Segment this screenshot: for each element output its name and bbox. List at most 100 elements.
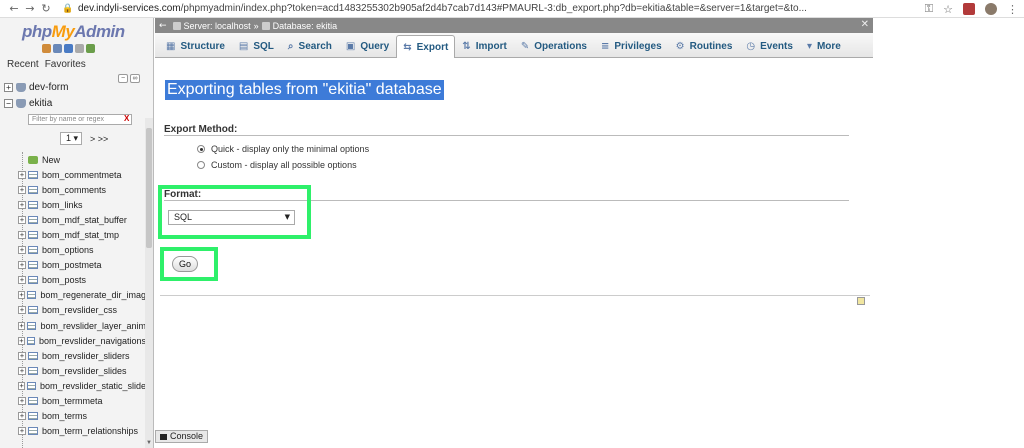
table-item[interactable]: + bom_options xyxy=(0,243,146,258)
table-item[interactable]: + bom_revslider_slides xyxy=(0,363,146,378)
radio-custom-control[interactable] xyxy=(197,161,205,169)
db-item-dev-form[interactable]: + dev-form xyxy=(4,82,68,93)
breadcrumb-server[interactable]: Server: localhost xyxy=(184,21,251,31)
expand-icon[interactable]: + xyxy=(18,170,26,179)
expand-icon[interactable]: + xyxy=(18,381,26,390)
nav-scrollbar[interactable]: ▼ xyxy=(145,118,153,448)
menu-dots-icon[interactable]: ⋮ xyxy=(1007,3,1018,16)
breadcrumb-database[interactable]: Database: ekitia xyxy=(273,21,338,31)
close-icon[interactable]: ✕ xyxy=(861,19,869,30)
expand-icon[interactable]: + xyxy=(18,366,26,375)
console-button[interactable]: Console xyxy=(155,430,209,443)
expand-icon[interactable]: + xyxy=(18,276,26,285)
radio-custom[interactable]: Custom - display all possible options xyxy=(197,160,357,170)
expand-icon[interactable]: + xyxy=(4,83,13,92)
radio-quick[interactable]: Quick - display only the minimal options xyxy=(197,144,369,154)
db-item-ekitia[interactable]: − ekitia xyxy=(4,98,52,109)
tab-query[interactable]: ▣ Query xyxy=(339,35,396,57)
profile-avatar-icon[interactable] xyxy=(985,3,997,15)
tab-more[interactable]: ▾ More xyxy=(800,35,848,57)
table-item[interactable]: + bom_revslider_css xyxy=(0,303,146,318)
table-item[interactable]: + bom_commentmeta xyxy=(0,167,146,182)
star-icon[interactable]: ☆ xyxy=(943,3,953,16)
expand-icon[interactable]: + xyxy=(18,306,26,315)
tab-sql[interactable]: ▤ SQL xyxy=(232,35,281,57)
expand-icon[interactable]: + xyxy=(18,397,26,406)
extension-icon[interactable] xyxy=(963,3,975,15)
table-item[interactable]: + bom_comments xyxy=(0,182,146,197)
tab-export[interactable]: ⇆ Export xyxy=(396,35,456,58)
page-select[interactable]: 1 ▾ xyxy=(60,132,82,145)
help-icon[interactable] xyxy=(64,44,73,53)
table-item[interactable]: + bom_revslider_navigations xyxy=(0,333,146,348)
expand-icon[interactable]: + xyxy=(18,412,26,421)
table-item[interactable]: + bom_termmeta xyxy=(0,394,146,409)
next-page-link[interactable]: > >> xyxy=(90,134,108,144)
phpmyadmin-logo[interactable]: phpMyAdmin xyxy=(22,22,125,42)
settings-icon[interactable] xyxy=(86,44,95,53)
docs-icon[interactable] xyxy=(75,44,84,53)
collapse-nav-icon[interactable]: ← xyxy=(159,21,167,31)
expand-icon[interactable]: + xyxy=(18,336,25,345)
table-item[interactable]: + bom_postmeta xyxy=(0,258,146,273)
nav-scrollbar-thumb[interactable] xyxy=(146,128,152,248)
collapse-icon[interactable]: − xyxy=(4,99,13,108)
expand-icon[interactable]: + xyxy=(18,321,26,330)
tab-label: SQL xyxy=(253,41,274,52)
more-icon: ▾ xyxy=(806,41,812,52)
query-icon: ▣ xyxy=(345,41,356,52)
collapse-all-icon[interactable]: − xyxy=(118,74,128,83)
scroll-down-icon[interactable]: ▼ xyxy=(145,440,153,448)
expand-icon[interactable]: + xyxy=(18,231,26,240)
export-method-label: Export Method: xyxy=(164,124,238,135)
table-label: bom_revslider_css xyxy=(42,305,118,316)
clear-filter-icon[interactable]: X xyxy=(124,114,129,123)
table-filter-input[interactable]: Filter by name or regex xyxy=(28,114,132,125)
format-highlight xyxy=(158,185,311,239)
recent-tab[interactable]: Recent xyxy=(7,59,39,70)
table-icon xyxy=(28,276,38,285)
expand-icon[interactable]: + xyxy=(18,261,26,270)
expand-icon[interactable]: + xyxy=(18,291,26,300)
table-item[interactable]: + bom_mdf_stat_tmp xyxy=(0,227,146,242)
reload-icon[interactable]: ↻ xyxy=(38,2,54,15)
tab-operations[interactable]: ✎ Operations xyxy=(514,35,594,57)
tab-structure[interactable]: ▦ Structure xyxy=(159,35,232,57)
page-settings-icon[interactable] xyxy=(857,297,865,305)
expand-icon[interactable]: + xyxy=(18,246,26,255)
tab-routines[interactable]: ⚙ Routines xyxy=(669,35,740,57)
table-item[interactable]: + bom_mdf_stat_buffer xyxy=(0,212,146,227)
expand-icon[interactable]: + xyxy=(18,351,26,360)
tab-import[interactable]: ⇅ Import xyxy=(455,35,514,57)
expand-icon[interactable]: + xyxy=(18,200,26,209)
tab-privileges[interactable]: ≡ Privileges xyxy=(594,35,669,57)
back-icon[interactable]: ← xyxy=(6,2,22,15)
home-icon[interactable] xyxy=(42,44,51,53)
logout-icon[interactable] xyxy=(53,44,62,53)
table-item[interactable]: + bom_term_relationships xyxy=(0,424,146,439)
lock-icon[interactable]: 🔒 xyxy=(62,4,74,14)
table-item[interactable]: + bom_revslider_layer_anim xyxy=(0,318,146,333)
radio-quick-control[interactable] xyxy=(197,145,205,153)
table-item[interactable]: + bom_revslider_static_slide xyxy=(0,378,146,393)
expand-icon[interactable]: + xyxy=(18,427,26,436)
table-item[interactable]: + bom_terms xyxy=(0,409,146,424)
address-bar[interactable]: dev.indyli-services.com/phpmyadmin/index… xyxy=(78,3,818,14)
key-icon[interactable]: ⚿ xyxy=(925,2,933,16)
table-item[interactable]: + bom_posts xyxy=(0,273,146,288)
tab-events[interactable]: ◷ Events xyxy=(739,35,800,57)
forward-icon[interactable]: → xyxy=(22,2,38,15)
table-item[interactable]: + bom_revslider_sliders xyxy=(0,348,146,363)
phpmyadmin-window: ← → ↻ 🔒 dev.indyli-services.com/phpmyadm… xyxy=(0,0,1024,448)
link-icon[interactable]: ∞ xyxy=(130,74,140,83)
new-table-link[interactable]: New xyxy=(0,152,146,167)
table-item[interactable]: + bom_links xyxy=(0,197,146,212)
favorites-tab[interactable]: Favorites xyxy=(45,59,86,70)
table-label: bom_terms xyxy=(42,411,88,422)
tab-search[interactable]: ⌕ Search xyxy=(281,35,339,57)
expand-icon[interactable]: + xyxy=(18,185,26,194)
table-item[interactable]: + bom_regenerate_dir_imag xyxy=(0,288,146,303)
tab-label: Import xyxy=(475,41,507,52)
table-icon xyxy=(26,336,35,345)
expand-icon[interactable]: + xyxy=(18,215,26,224)
